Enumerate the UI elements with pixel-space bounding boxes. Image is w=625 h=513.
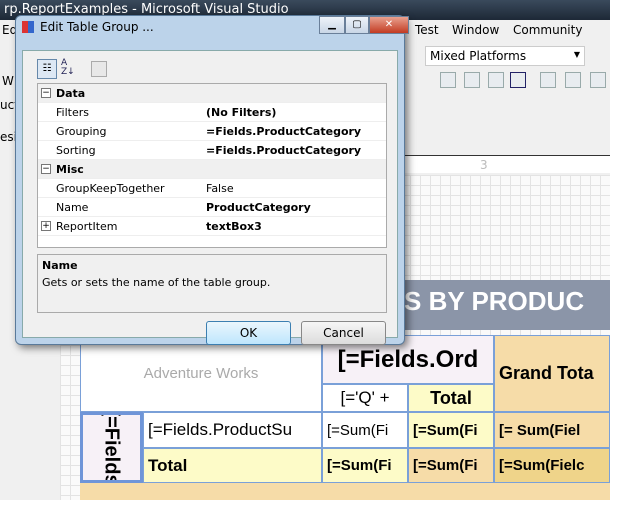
- property-name: Name: [56, 201, 89, 214]
- property-name: Filters: [56, 106, 89, 119]
- minimize-button[interactable]: ▁: [319, 16, 345, 34]
- categorized-icon[interactable]: ☷: [37, 59, 57, 79]
- category-misc[interactable]: − Misc: [38, 160, 386, 179]
- sum-cell[interactable]: [= Sum(Fiel: [494, 412, 610, 448]
- chevron-down-icon: ▼: [573, 50, 580, 59]
- sort-alphabetical-icon[interactable]: A Z↓: [61, 59, 81, 79]
- property-value[interactable]: (No Filters): [206, 103, 276, 122]
- spacing-icon[interactable]: [590, 72, 606, 88]
- align-icon[interactable]: [464, 72, 480, 88]
- property-name: GroupKeepTogether: [56, 182, 165, 195]
- description-title: Name: [42, 259, 78, 272]
- description-text: Gets or sets the name of the table group…: [42, 276, 271, 289]
- product-sub-cell[interactable]: [=Fields.ProductSu: [143, 412, 322, 448]
- menu-community[interactable]: Community: [513, 23, 582, 37]
- footer-row: [80, 483, 610, 500]
- align-icon[interactable]: [440, 72, 456, 88]
- property-row-groupkeeptogether[interactable]: GroupKeepTogether False: [38, 179, 386, 198]
- grand-total-header[interactable]: Grand Tota: [494, 335, 610, 412]
- collapse-icon[interactable]: −: [41, 164, 51, 174]
- sum-cell[interactable]: [=Sum(Fi: [322, 448, 408, 483]
- property-pages-icon[interactable]: [91, 61, 107, 77]
- cancel-button[interactable]: Cancel: [301, 321, 386, 345]
- dialog-app-icon: [22, 21, 34, 33]
- property-name: Sorting: [56, 144, 96, 157]
- platform-dropdown[interactable]: Mixed Platforms ▼: [425, 46, 585, 66]
- align-icon[interactable]: [488, 72, 504, 88]
- description-panel: Name Gets or sets the name of the table …: [37, 254, 387, 313]
- maximize-button[interactable]: ▢: [345, 16, 369, 34]
- sum-cell[interactable]: [=Sum(Fi: [322, 412, 408, 448]
- sum-cell[interactable]: [=Sum(Fielc: [494, 448, 610, 483]
- spacing-icon[interactable]: [565, 72, 581, 88]
- property-grid: − Data Filters (No Filters) Grouping =Field…: [37, 83, 387, 248]
- platform-value: Mixed Platforms: [430, 49, 527, 63]
- category-data[interactable]: − Data: [38, 84, 386, 103]
- menu-test[interactable]: Test: [415, 23, 439, 37]
- row-group-cell[interactable]: [=Fields: [80, 412, 143, 483]
- sum-cell[interactable]: [=Sum(Fi: [408, 448, 494, 483]
- row-group-text: [=Fields: [101, 412, 124, 483]
- property-name: Grouping: [56, 125, 107, 138]
- report-title-banner[interactable]: S BY PRODUC: [400, 280, 610, 330]
- dialog-client: ☷ A Z↓ − Data Filters (No Filters) Grouping…: [22, 50, 398, 345]
- edit-table-group-dialog: Edit Table Group ... ▁ ▢ ✕ ☷ A Z↓ − Data F…: [15, 15, 409, 345]
- center-icon[interactable]: [510, 72, 526, 88]
- menu-window[interactable]: Window: [452, 23, 499, 37]
- property-row-sorting[interactable]: Sorting=Fields.ProductCategory Asc: [38, 141, 386, 176]
- property-name: ReportItem: [56, 220, 118, 233]
- close-button[interactable]: ✕: [369, 16, 409, 34]
- ruler-mark: 3: [480, 158, 488, 172]
- quarter-cell[interactable]: [='Q' +: [322, 384, 408, 412]
- sum-cell[interactable]: [=Sum(Fi: [408, 412, 494, 448]
- property-value[interactable]: ProductCategory: [206, 198, 311, 217]
- dialog-title: Edit Table Group ...: [40, 20, 154, 34]
- total-row-label[interactable]: Total: [143, 448, 322, 483]
- property-row-name[interactable]: Name ProductCategory: [38, 198, 386, 217]
- category-label: Misc: [56, 163, 84, 176]
- property-row-filters[interactable]: Filters (No Filters): [38, 103, 386, 122]
- spacing-icon[interactable]: [540, 72, 556, 88]
- property-value[interactable]: False: [206, 179, 234, 198]
- property-value[interactable]: =Fields.ProductCategory: [206, 122, 361, 141]
- property-row-reportitem[interactable]: + ReportItem textBox3: [38, 217, 386, 236]
- property-row-grouping[interactable]: Grouping =Fields.ProductCategory: [38, 122, 386, 141]
- ok-button[interactable]: OK: [206, 321, 291, 345]
- total-header[interactable]: Total: [408, 384, 494, 412]
- expand-icon[interactable]: +: [41, 221, 51, 231]
- left-fragment: W: [2, 74, 14, 88]
- ruler: 3: [400, 155, 610, 173]
- category-label: Data: [56, 87, 86, 100]
- property-value[interactable]: textBox3: [206, 217, 262, 236]
- company-cell[interactable]: Adventure Works: [80, 335, 322, 412]
- collapse-icon[interactable]: −: [41, 88, 51, 98]
